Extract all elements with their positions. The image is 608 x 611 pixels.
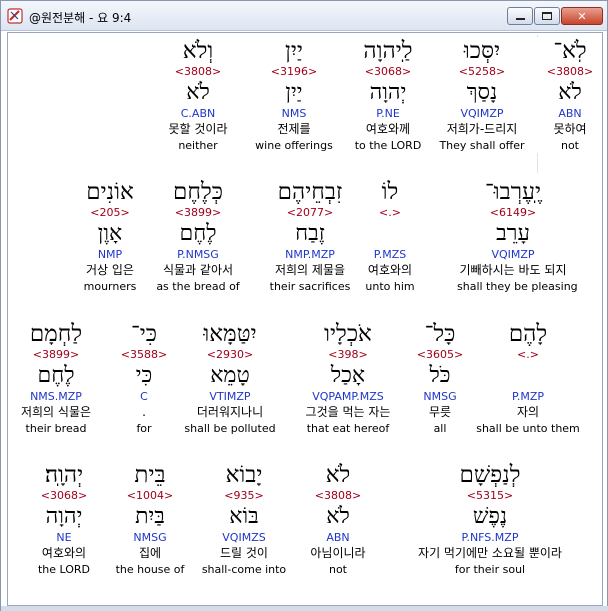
english-gloss: their sacrifices (269, 280, 351, 293)
word-block[interactable]: זִבְחֵיהֶם <2077> זֶבַח NMP.MZP 저희의 제물을 their… (254, 178, 366, 294)
korean-gloss: 저희의 제물을 (274, 263, 346, 277)
korean-gloss: 그것을 먹는 자는 (305, 405, 391, 419)
strong-number: <205> (90, 206, 130, 219)
korean-gloss: 기빼하시는 바도 되지 (459, 263, 567, 277)
strong-number: <3808> (174, 65, 222, 78)
hebrew-root: יְהוָה (45, 504, 83, 529)
hebrew-root: עָרֵב (496, 221, 530, 246)
korean-gloss: 못할 것이라 (168, 122, 228, 136)
korean-gloss: 거상 입은 (86, 263, 134, 277)
word-block[interactable]: יְהוָֽה׃ <3068> יְהוָה NE 여호와의 the LORD (8, 461, 120, 577)
parsing-code: VQIMZP (491, 248, 535, 261)
hebrew-root: אָוֶן (97, 221, 123, 246)
word-block[interactable]: יֶֽעֶרְבוּ־ <6149> עָרֵב VQIMZP 기빼하시는 바도 되지 s… (457, 178, 578, 294)
maximize-icon (542, 12, 552, 20)
strong-number: <2077> (286, 206, 334, 219)
parsing-code: P.NFS.MZP (461, 531, 519, 544)
strong-number: <398> (328, 348, 368, 361)
word-block[interactable]: לְנַפְשָׁם <5315> נֶפֶשׁ P.NFS.MZP 자기 먹기에만 소… (390, 461, 590, 577)
word-block[interactable]: יַיִן <3196> יַיִן NMS 전제를 wine offerings (238, 37, 350, 153)
hebrew-word: יַיִן (285, 38, 303, 64)
english-gloss: mourners (83, 280, 137, 293)
parsing-code: NE (56, 531, 72, 544)
app-logo-icon (7, 8, 23, 24)
hebrew-word: יְהוָֽה׃ (44, 462, 84, 488)
close-icon: ✕ (577, 9, 587, 23)
english-gloss: their bread (25, 422, 87, 435)
korean-gloss: 저희의 식물은 (20, 405, 92, 419)
strong-number: <3899> (32, 348, 80, 361)
hebrew-word: אֹכְלָיו (324, 321, 372, 347)
parsing-code: NMP (97, 248, 123, 261)
close-button[interactable]: ✕ (561, 7, 603, 25)
window-title: @원전분해 - 요 9:4 (29, 11, 132, 25)
hebrew-root: זֶבַח (295, 221, 325, 246)
hebrew-word: אוֹנִים (86, 179, 134, 205)
interlinear-panel: לֹֽא־ <3808> לֹא ABN 못하여 not יִסְּכוּ <5258> נָס… (7, 32, 603, 606)
hebrew-root: אָכַל (330, 363, 366, 388)
strong-number: <6149> (489, 206, 537, 219)
strong-number: <3068> (40, 489, 88, 502)
window-bottom-edge (1, 606, 608, 611)
parsing-code: NMS (281, 107, 307, 120)
strong-number: <5315> (466, 489, 514, 502)
parsing-code: NMP.MZP (285, 248, 335, 261)
app-window: @원전분해 - 요 9:4 ✕ לֹֽא־ <3808> לֹא ABN 못하여 not י… (0, 0, 608, 611)
english-gloss: neither (178, 139, 218, 152)
hebrew-root: יַיִן (285, 80, 303, 105)
hebrew-root: נֶפֶשׁ (472, 504, 508, 529)
word-block[interactable]: אֹכְלָיו <398> אָכַל VQPAMP.MZS 그것을 먹는 자는 tha… (292, 320, 404, 436)
word-block[interactable]: וְלֹא <3808> לֹא C.ABN 못할 것이라 neither (142, 37, 254, 153)
hebrew-root: לֶחֶם (37, 363, 75, 388)
word-block[interactable]: אוֹנִים <205> אָוֶן NMP 거상 입은 mourners (54, 178, 166, 294)
parsing-code: VQPAMP.MZS (312, 390, 384, 403)
minimize-icon (515, 18, 525, 20)
english-gloss: for their soul (454, 563, 526, 576)
english-gloss: shall they be pleasing (457, 280, 578, 293)
korean-gloss: 여호와의 (41, 546, 87, 560)
english-gloss: that eat hereof (306, 422, 390, 435)
hebrew-word: זִבְחֵיהֶם (277, 179, 343, 205)
word-block[interactable]: לַחְמָם <3899> לֶחֶם NMS.MZP 저희의 식물은 their br… (8, 320, 112, 436)
minimize-button[interactable] (507, 7, 533, 25)
title-bar[interactable]: @원전분해 - 요 9:4 ✕ (1, 1, 607, 31)
english-gloss: wine offerings (255, 139, 333, 152)
parsing-code: NMS.MZP (30, 390, 82, 403)
korean-gloss: 전제를 (277, 122, 311, 136)
korean-gloss: 자기 먹기에만 소요될 뿐이라 (418, 546, 562, 560)
hebrew-word: וְלֹא (182, 38, 214, 64)
hebrew-word: יֶֽעֶרְבוּ־ (484, 179, 542, 205)
hebrew-root: לֹא (186, 80, 210, 105)
english-gloss: the LORD (37, 563, 91, 576)
maximize-button[interactable] (534, 7, 560, 25)
hebrew-word: לַחְמָם (29, 321, 83, 347)
parsing-code: C.ABN (180, 107, 216, 120)
hebrew-word: לְנַפְשָׁם (459, 462, 521, 488)
strong-number: <3196> (270, 65, 318, 78)
